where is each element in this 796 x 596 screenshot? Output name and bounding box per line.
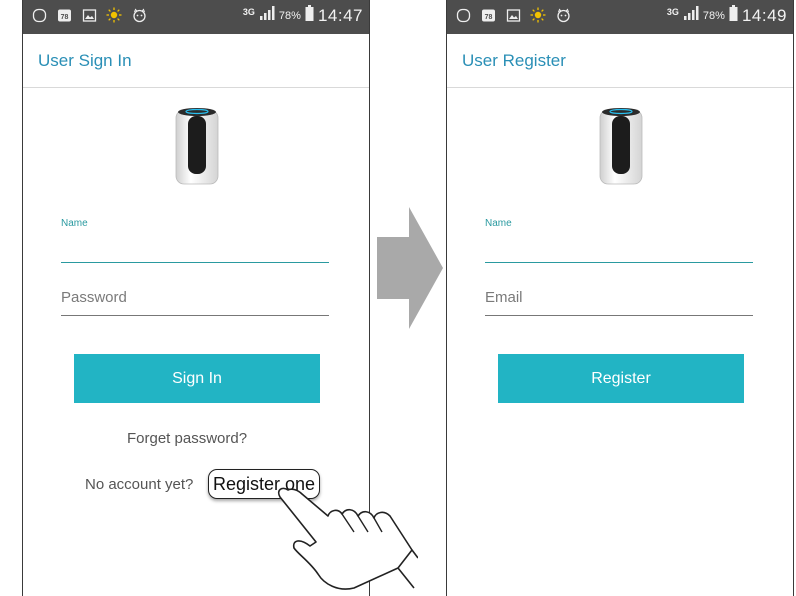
sign-in-button[interactable]: Sign In [74,354,320,403]
battery-percent: 78% [278,9,301,22]
calendar-icon: 78 [480,7,496,23]
clock: 14:49 [741,5,787,25]
battery-icon [305,5,314,26]
page-title: User Register [462,51,566,70]
cat-face-icon [555,7,571,23]
calendar-icon: 78 [56,7,72,23]
air-purifier-image [175,108,219,185]
name-input-underline [61,262,329,263]
email-input[interactable]: Email [485,289,523,306]
circle-outline-icon [31,7,47,23]
air-purifier-image [599,108,643,185]
transition-arrow-icon [377,207,443,329]
signal-icon [683,6,699,25]
network-type: 3G [242,7,255,17]
clock: 14:47 [317,5,363,25]
password-input[interactable]: Password [61,289,127,306]
email-input-underline [485,315,753,316]
register-button[interactable]: Register [498,354,744,403]
status-bar: 78 3G 78% 14:49 [447,0,793,34]
calendar-number: 78 [484,14,492,21]
name-input[interactable] [61,232,329,262]
cat-face-icon [131,7,147,23]
name-field-label: Name [61,218,88,229]
image-icon [81,7,97,23]
sun-icon [106,7,122,23]
status-bar: 78 3G 78% 14:47 [23,0,369,34]
app-bar: User Sign In [23,34,369,88]
register-screen: 78 3G 78% 14:49 User Register Name Email… [446,0,794,596]
sun-icon [530,7,546,23]
battery-icon [729,5,738,26]
circle-outline-icon [455,7,471,23]
calendar-number: 78 [60,14,68,21]
name-input-underline [485,262,753,263]
battery-percent: 78% [702,9,725,22]
image-icon [505,7,521,23]
page-title: User Sign In [38,51,132,70]
forget-password-link[interactable]: Forget password? [127,430,247,447]
signal-icon [259,6,275,25]
password-input-underline [61,315,329,316]
name-input[interactable] [485,232,753,262]
no-account-text: No account yet? [85,476,194,493]
app-bar: User Register [447,34,793,88]
name-field-label: Name [485,218,512,229]
network-type: 3G [666,7,679,17]
pointing-hand-icon [277,487,418,590]
